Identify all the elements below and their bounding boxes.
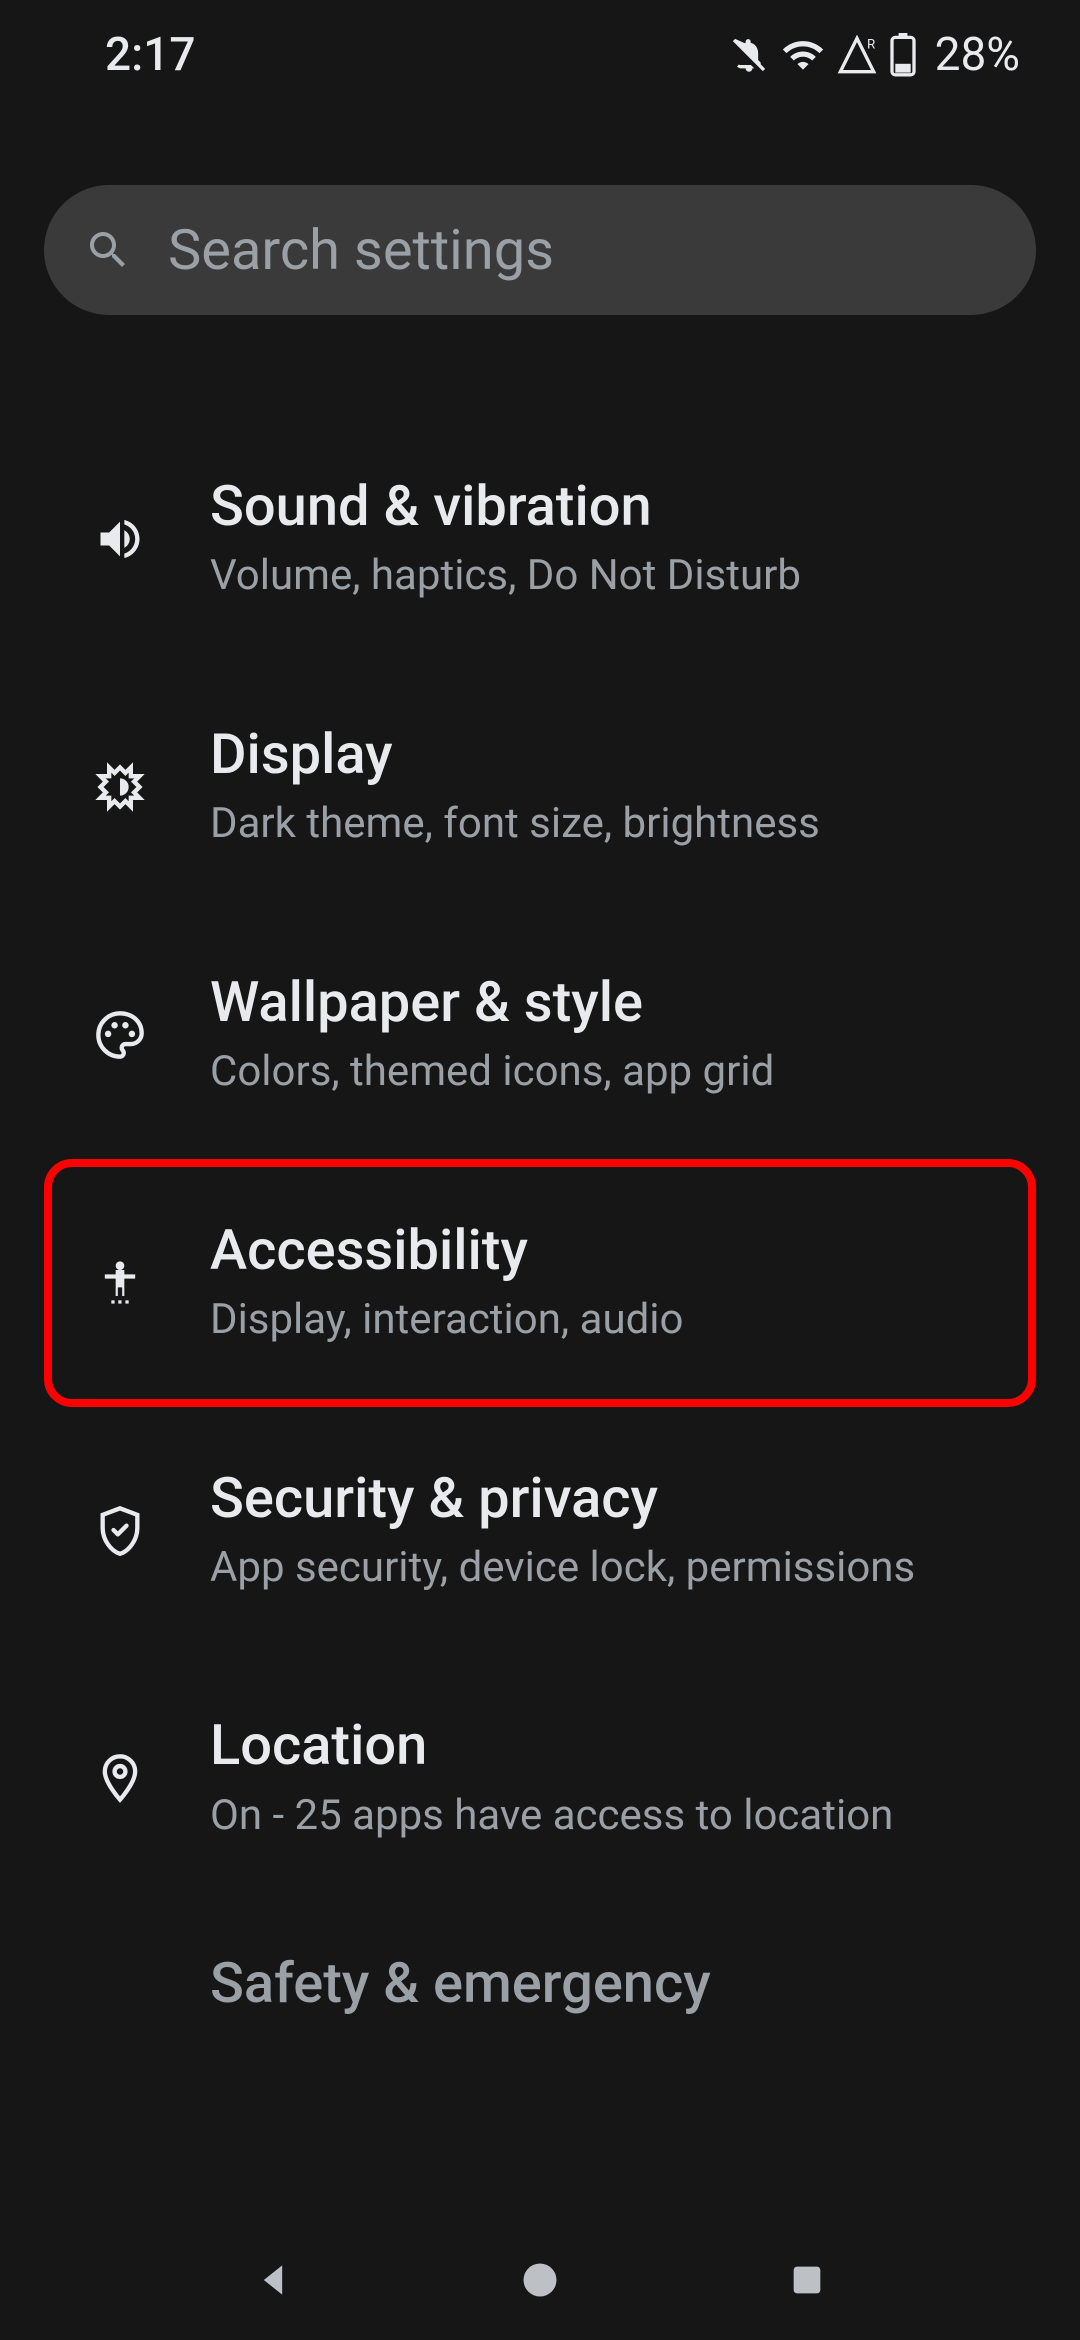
status-time: 2:17 — [105, 28, 196, 82]
settings-item-location[interactable]: Location On - 25 apps have access to loc… — [0, 1654, 1080, 1902]
status-right: R 28% — [729, 28, 1020, 82]
item-subtitle: Dark theme, font size, brightness — [210, 796, 1036, 853]
settings-item-security[interactable]: Security & privacy App security, device … — [0, 1407, 1080, 1655]
recents-button[interactable] — [777, 2250, 837, 2310]
item-text: Safety & emergency — [210, 1950, 1036, 2017]
settings-item-wallpaper[interactable]: Wallpaper & style Colors, themed icons, … — [0, 911, 1080, 1159]
status-bar: 2:17 R 28% — [0, 0, 1080, 100]
brightness-icon — [90, 757, 150, 817]
item-text: Accessibility Display, interaction, audi… — [210, 1217, 1028, 1349]
palette-icon — [90, 1005, 150, 1065]
settings-item-display[interactable]: Display Dark theme, font size, brightnes… — [0, 663, 1080, 911]
location-icon — [90, 1748, 150, 1808]
item-title: Accessibility — [210, 1217, 1028, 1284]
settings-list: Sound & vibration Volume, haptics, Do No… — [0, 355, 1080, 2017]
item-text: Location On - 25 apps have access to loc… — [210, 1712, 1036, 1844]
settings-item-sound[interactable]: Sound & vibration Volume, haptics, Do No… — [0, 415, 1080, 663]
search-bar[interactable]: Search settings — [44, 185, 1036, 315]
battery-percentage: 28% — [935, 28, 1020, 82]
item-subtitle: Colors, themed icons, app grid — [210, 1044, 1036, 1101]
item-text: Sound & vibration Volume, haptics, Do No… — [210, 473, 1036, 605]
search-icon — [84, 226, 132, 274]
item-text: Security & privacy App security, device … — [210, 1465, 1036, 1597]
item-title: Sound & vibration — [210, 473, 1036, 540]
item-subtitle: On - 25 apps have access to location — [210, 1788, 1036, 1845]
item-title: Location — [210, 1712, 1036, 1779]
settings-item-accessibility[interactable]: Accessibility Display, interaction, audi… — [44, 1159, 1036, 1407]
search-placeholder: Search settings — [168, 217, 996, 283]
item-subtitle: Display, interaction, audio — [210, 1292, 1028, 1349]
settings-item-safety[interactable]: Safety & emergency — [0, 1902, 1080, 2017]
shield-icon — [90, 1500, 150, 1560]
dnd-off-icon — [729, 35, 769, 75]
battery-icon — [889, 33, 917, 77]
item-text: Wallpaper & style Colors, themed icons, … — [210, 969, 1036, 1101]
item-title: Safety & emergency — [210, 1950, 1036, 2017]
svg-text:R: R — [867, 37, 875, 52]
search-container: Search settings — [44, 185, 1036, 315]
item-text: Display Dark theme, font size, brightnes… — [210, 721, 1036, 853]
volume-icon — [90, 509, 150, 569]
emergency-icon — [90, 1954, 150, 2014]
signal-icon: R — [837, 35, 877, 75]
accessibility-icon — [90, 1253, 150, 1313]
item-title: Display — [210, 721, 1036, 788]
navigation-bar — [0, 2220, 1080, 2340]
wifi-icon — [781, 33, 825, 77]
item-subtitle: App security, device lock, permissions — [210, 1540, 1036, 1597]
item-subtitle: Volume, haptics, Do Not Disturb — [210, 548, 1036, 605]
item-title: Security & privacy — [210, 1465, 1036, 1532]
back-button[interactable] — [243, 2250, 303, 2310]
home-button[interactable] — [510, 2250, 570, 2310]
item-title: Wallpaper & style — [210, 969, 1036, 1036]
